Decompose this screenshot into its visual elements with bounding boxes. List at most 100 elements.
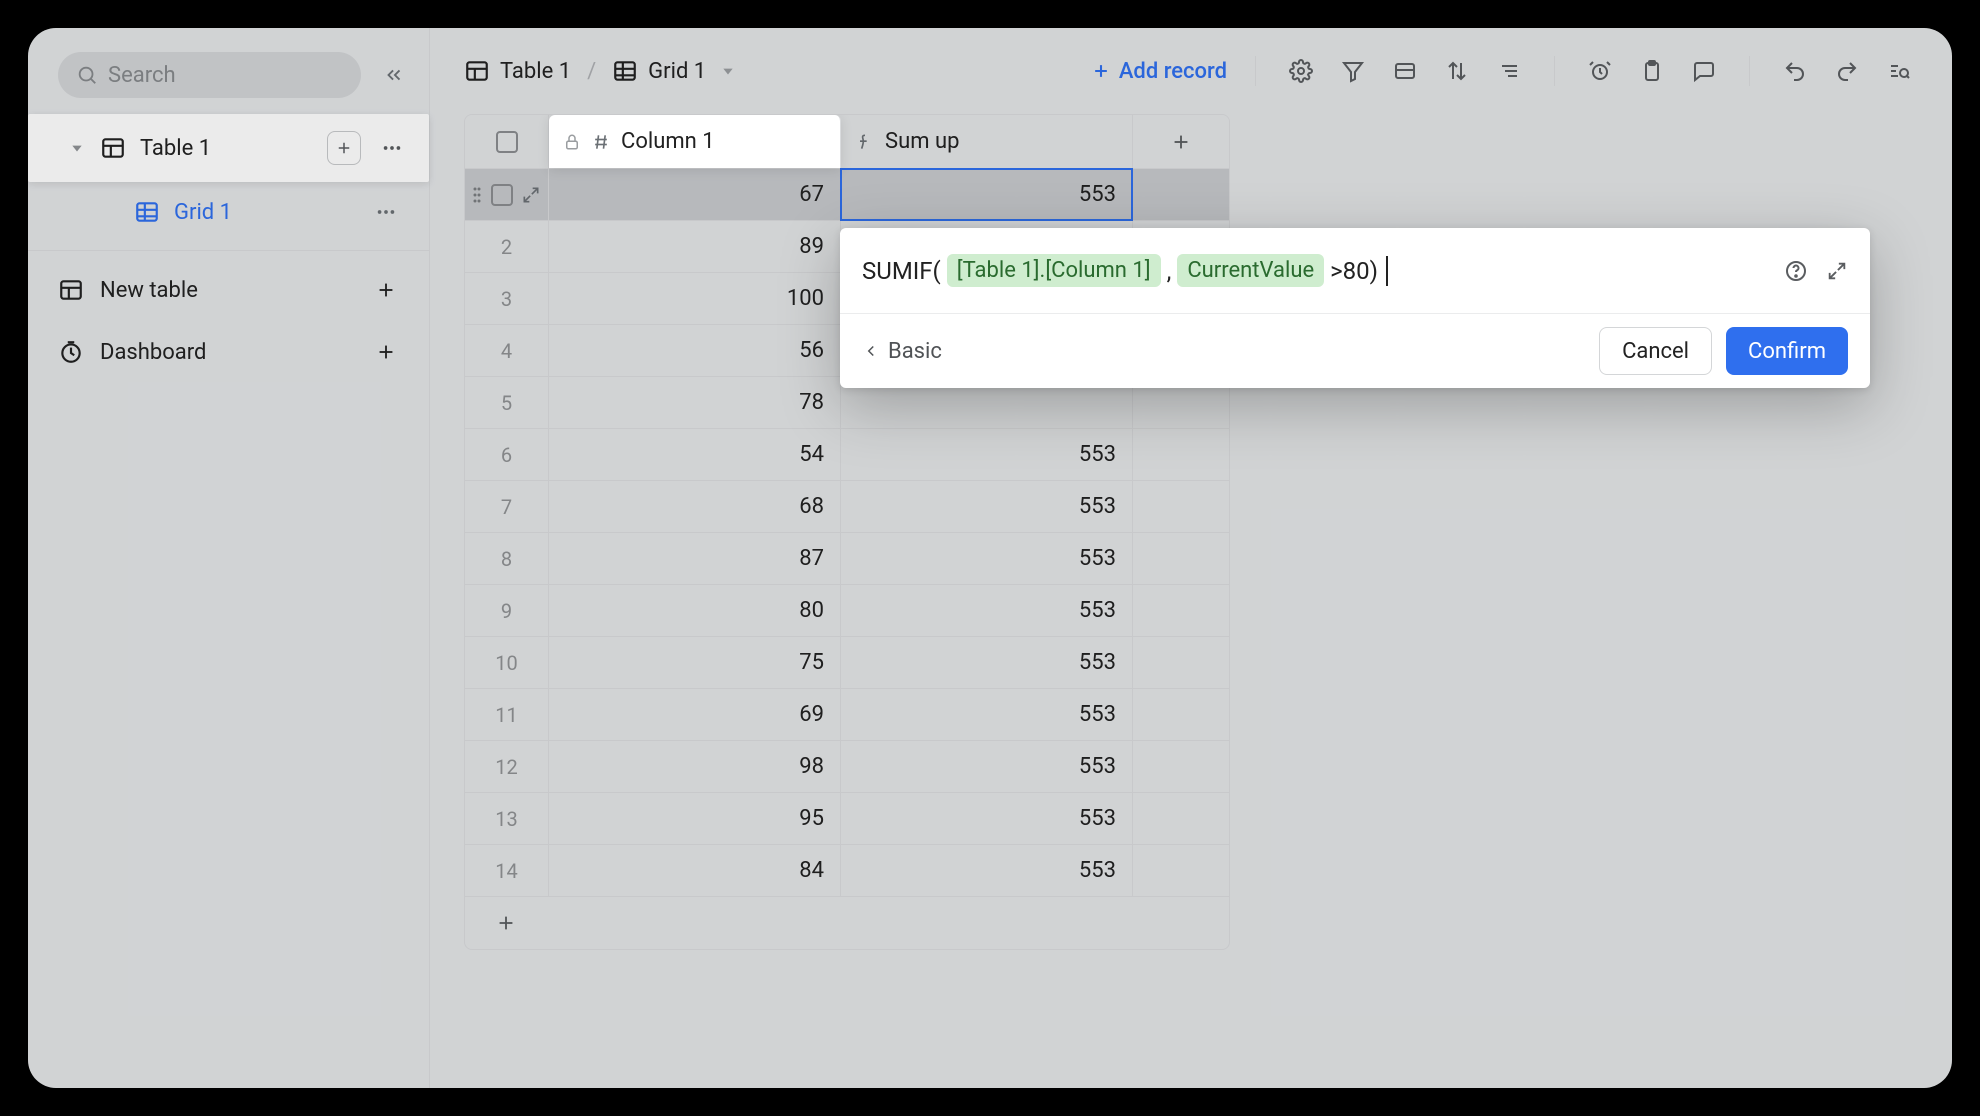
table-more-button[interactable] [375,131,409,165]
expand-icon[interactable] [521,185,541,205]
cell[interactable]: 54 [549,429,841,480]
table-row[interactable]: 1169553 [465,689,1229,741]
undo-button[interactable] [1778,54,1812,88]
cell[interactable]: 95 [549,793,841,844]
cell[interactable]: 553 [841,689,1133,740]
add-record-label: Add record [1119,59,1227,84]
breadcrumb-table[interactable]: Table 1 [500,59,571,84]
formula-tail: >80) [1330,257,1378,285]
table-row[interactable]: 768553 [465,481,1229,533]
fields-icon [1393,59,1417,83]
collapse-sidebar-button[interactable] [377,58,411,92]
formula-expand-button[interactable] [1826,260,1848,282]
cell[interactable]: 553 [841,533,1133,584]
cell[interactable]: 100 [549,273,841,324]
table-row[interactable]: 887553 [465,533,1229,585]
topbar: Table 1 / Grid 1 Add record [430,28,1952,114]
breadcrumb-separator: / [581,59,602,84]
plus-icon [1170,131,1192,153]
view-more-button[interactable] [369,195,403,229]
settings-button[interactable] [1284,54,1318,88]
formula-comma: , [1167,257,1172,285]
formula-help-button[interactable] [1784,259,1808,283]
cell[interactable]: 553 [841,637,1133,688]
more-icon [381,137,403,159]
grid-header: Column 1 Sum up [465,115,1229,169]
formula-basic-label: Basic [888,339,942,364]
add-view-button[interactable] [327,131,361,165]
column-2-label: Sum up [885,129,959,154]
group-icon [1497,59,1521,83]
column-header-sum-up[interactable]: Sum up [841,115,1133,168]
cell[interactable]: 68 [549,481,841,532]
grid-icon [134,199,160,225]
group-button[interactable] [1492,54,1526,88]
new-table-button[interactable]: New table [28,259,429,321]
alarm-button[interactable] [1583,54,1617,88]
sort-button[interactable] [1440,54,1474,88]
cell[interactable]: 75 [549,637,841,688]
view-dropdown-button[interactable] [716,59,740,83]
table-row[interactable]: 654553 [465,429,1229,481]
cell[interactable]: 553 [841,429,1133,480]
table-icon [100,135,126,161]
cell[interactable]: 56 [549,325,841,376]
cell[interactable]: 98 [549,741,841,792]
clipboard-button[interactable] [1635,54,1669,88]
cell[interactable]: 67 [549,169,841,220]
add-row-button[interactable] [465,897,1229,949]
column-header-column-1[interactable]: Column 1 [549,115,841,168]
redo-button[interactable] [1830,54,1864,88]
chevron-down-icon [721,64,735,78]
dashboard-button[interactable]: Dashboard [28,321,429,383]
cell[interactable]: 78 [549,377,841,428]
confirm-button[interactable]: Confirm [1726,327,1848,375]
table-row[interactable]: 1395553 [465,793,1229,845]
cell[interactable]: 553 [841,793,1133,844]
hash-icon [591,132,611,152]
search-placeholder: Search [108,63,176,88]
row-checkbox[interactable] [491,184,513,206]
formula-input[interactable]: SUMIF( [Table 1].[Column 1] , CurrentVal… [840,228,1870,314]
cell[interactable]: 87 [549,533,841,584]
plus-icon-wrap [369,273,403,307]
cell[interactable]: 553 [841,481,1133,532]
comment-button[interactable] [1687,54,1721,88]
clipboard-icon [1640,59,1664,83]
table-row[interactable]: 1075553 [465,637,1229,689]
cell[interactable]: 553 [841,845,1133,896]
formula-ref-chip[interactable]: [Table 1].[Column 1] [947,254,1161,287]
formula-basic-button[interactable]: Basic [862,339,942,364]
filter-button[interactable] [1336,54,1370,88]
cell[interactable]: 553 [841,585,1133,636]
table-name: Table 1 [140,136,313,161]
table-row[interactable]: 67 553 [465,169,1229,221]
formula-fn: SUMIF( [862,257,941,285]
cell-focused[interactable]: 553 [841,169,1133,220]
drag-handle-icon[interactable] [471,185,483,205]
cell[interactable]: 89 [549,221,841,272]
add-column-button[interactable] [1133,115,1229,168]
fields-button[interactable] [1388,54,1422,88]
table-row[interactable]: 1484553 [465,845,1229,897]
cell[interactable]: 84 [549,845,841,896]
search-input[interactable]: Search [58,52,361,98]
cancel-button[interactable]: Cancel [1599,327,1712,375]
formula-icon [855,132,875,152]
breadcrumb-view[interactable]: Grid 1 [648,59,706,84]
cell[interactable]: 80 [549,585,841,636]
sidebar-item-grid-1[interactable]: Grid 1 [28,182,429,242]
table-row[interactable]: 1298553 [465,741,1229,793]
formula-currentvalue-chip[interactable]: CurrentValue [1177,254,1324,287]
cell[interactable]: 553 [841,741,1133,792]
checkbox-icon [496,131,518,153]
sidebar-item-table-1[interactable]: Table 1 [28,114,429,182]
search-icon [76,64,98,86]
lock-icon [563,133,581,151]
select-all-checkbox[interactable] [465,115,549,168]
gear-icon [1289,59,1313,83]
add-record-button[interactable]: Add record [1091,59,1227,84]
table-row[interactable]: 980553 [465,585,1229,637]
cell[interactable]: 69 [549,689,841,740]
find-button[interactable] [1882,54,1916,88]
